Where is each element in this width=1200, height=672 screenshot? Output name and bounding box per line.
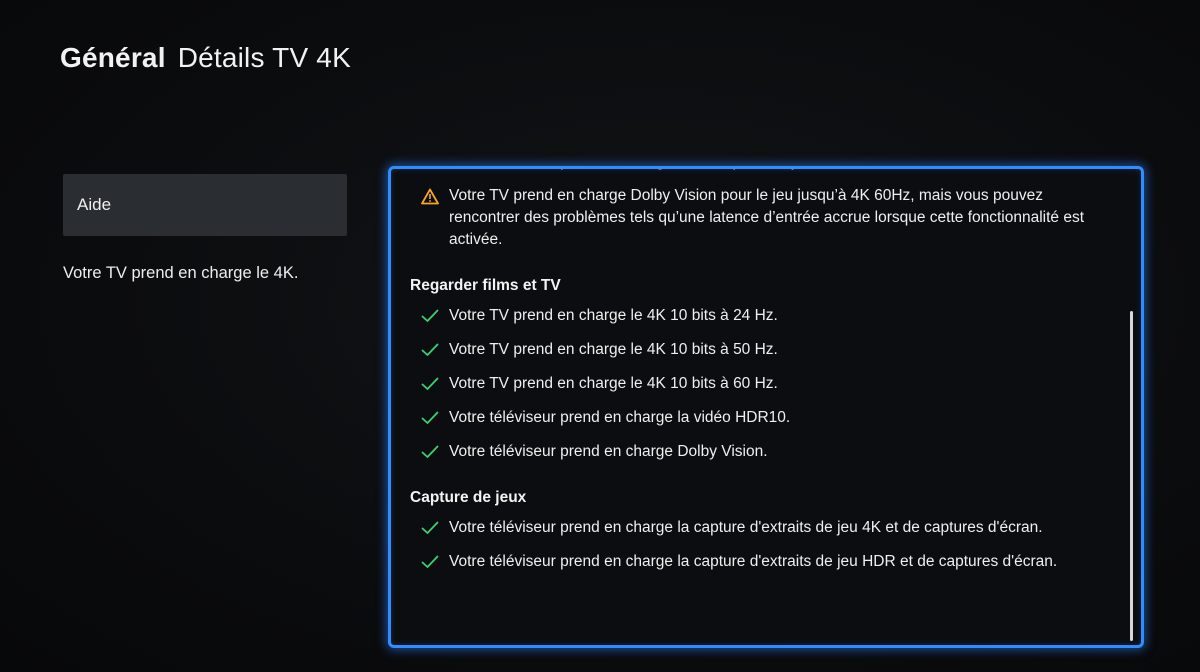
check-icon xyxy=(421,517,449,539)
warning-item: Votre TV prend en charge Dolby Vision po… xyxy=(407,185,1107,251)
item-text: Votre TV prend en charge le 4K 10 bits à… xyxy=(449,307,778,324)
details-list: Votre téléviseur prend en charge HDR10 p… xyxy=(407,169,1107,585)
supported-item: Votre TV prend en charge le 4K 10 bits à… xyxy=(407,339,1107,361)
check-icon xyxy=(421,407,449,429)
supported-item: Votre TV prend en charge le 4K 10 bits à… xyxy=(407,373,1107,395)
item-text: Votre téléviseur prend en charge la capt… xyxy=(449,519,1043,536)
supported-item: Votre téléviseur prend en charge Dolby V… xyxy=(407,441,1107,463)
item-text: Votre TV prend en charge le 4K 10 bits à… xyxy=(449,375,778,392)
tv-support-summary: Votre TV prend en charge le 4K. xyxy=(63,264,299,282)
check-icon xyxy=(421,305,449,327)
item-text: Votre téléviseur prend en charge la capt… xyxy=(449,553,1058,570)
left-pane: Aide Votre TV prend en charge le 4K. xyxy=(63,174,347,283)
page-title: Général Détails TV 4K xyxy=(60,42,351,74)
item-text: Votre TV prend en charge Dolby Vision po… xyxy=(449,187,1085,248)
details-panel[interactable]: Votre téléviseur prend en charge HDR10 p… xyxy=(388,166,1144,648)
item-text: Votre téléviseur prend en charge HDR10 p… xyxy=(449,169,1107,173)
section-heading: Regarder films et TV xyxy=(410,277,561,294)
item-text: Votre TV prend en charge le 4K 10 bits à… xyxy=(449,341,778,358)
warning-icon xyxy=(421,185,449,207)
check-icon xyxy=(421,169,449,173)
supported-item: Votre TV prend en charge le 4K 10 bits à… xyxy=(407,305,1107,327)
check-icon xyxy=(421,441,449,463)
item-text: Votre téléviseur prend en charge Dolby V… xyxy=(449,443,768,460)
supported-item: Votre téléviseur prend en charge HDR10 p… xyxy=(407,169,1107,173)
supported-item: Votre téléviseur prend en charge la capt… xyxy=(407,517,1107,539)
help-button[interactable]: Aide xyxy=(63,174,347,236)
supported-item: Votre téléviseur prend en charge la vidé… xyxy=(407,407,1107,429)
supported-item: Votre téléviseur prend en charge la capt… xyxy=(407,551,1107,573)
check-icon xyxy=(421,373,449,395)
check-icon xyxy=(421,339,449,361)
item-text: Votre téléviseur prend en charge la vidé… xyxy=(449,409,791,426)
page-name: Détails TV 4K xyxy=(177,42,351,73)
section-heading: Capture de jeux xyxy=(410,489,527,506)
scrollbar[interactable] xyxy=(1130,311,1133,641)
help-button-label: Aide xyxy=(77,195,112,214)
check-icon xyxy=(421,551,449,573)
section-name: Général xyxy=(60,42,166,73)
